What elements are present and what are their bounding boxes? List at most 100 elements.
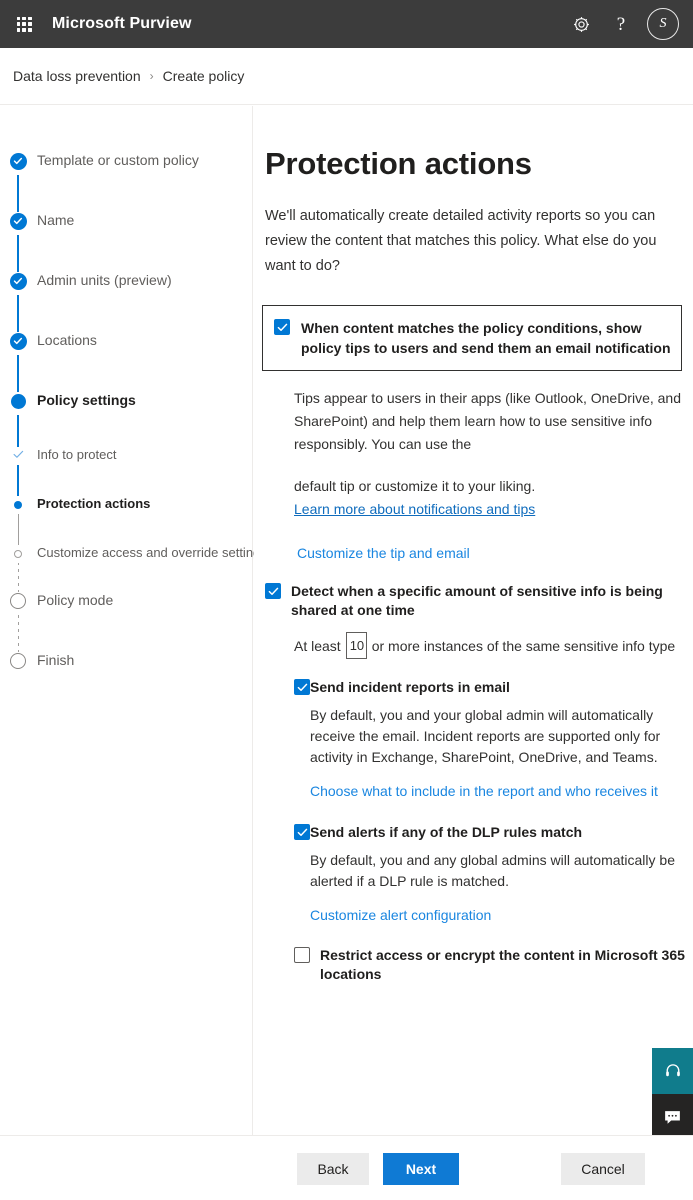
customize-tip-and-email-link[interactable]: Customize the tip and email bbox=[297, 545, 470, 561]
step-marker-done bbox=[9, 332, 27, 350]
help-glyph: ? bbox=[616, 13, 626, 35]
step-marker-done bbox=[9, 152, 27, 170]
alerts-checkbox[interactable] bbox=[294, 824, 310, 840]
suite-header-bar: Microsoft Purview ? S bbox=[0, 0, 693, 48]
restrict-access-checkbox[interactable] bbox=[294, 947, 310, 963]
sidebar-item-label: Protection actions bbox=[37, 496, 151, 511]
connector bbox=[17, 513, 19, 548]
chevron-right-icon: › bbox=[149, 69, 154, 83]
connector bbox=[17, 415, 19, 450]
instances-threshold-row: At least or more instances of the same s… bbox=[294, 632, 693, 659]
breadcrumb-item-create-policy[interactable]: Create policy bbox=[163, 68, 245, 84]
detect-amount-row[interactable]: Detect when a specific amount of sensiti… bbox=[265, 582, 693, 620]
policy-tips-label: When content matches the policy conditio… bbox=[301, 320, 671, 356]
step-marker-pending bbox=[9, 592, 27, 610]
sidebar-item-label: Name bbox=[37, 212, 75, 228]
gear-icon[interactable] bbox=[561, 0, 601, 48]
question-mark-icon[interactable]: ? bbox=[601, 0, 641, 48]
wizard-rail: Template or custom policy Name Admin uni… bbox=[0, 106, 267, 1135]
policy-tips-option-box[interactable]: When content matches the policy conditio… bbox=[262, 305, 682, 371]
sidebar-item-protection-actions[interactable]: Protection actions bbox=[0, 495, 150, 535]
chat-feedback-icon bbox=[663, 1109, 682, 1126]
sub-step-dot-icon bbox=[14, 501, 22, 509]
incident-reports-link-row: Choose what to include in the report and… bbox=[310, 783, 693, 801]
avatar[interactable]: S bbox=[647, 8, 679, 40]
step-marker-sub-done bbox=[9, 447, 27, 465]
restrict-access-row[interactable]: Restrict access or encrypt the content i… bbox=[294, 946, 693, 984]
policy-tips-paragraph: Tips appear to users in their apps (like… bbox=[294, 390, 682, 452]
suite-actions: ? S bbox=[561, 0, 693, 48]
suite-title: Microsoft Purview bbox=[52, 15, 192, 32]
headset-icon bbox=[664, 1062, 682, 1080]
main-content: Protection actions We'll automatically c… bbox=[254, 106, 693, 1135]
wizard-footer: Back Next Cancel bbox=[0, 1135, 693, 1200]
check-circle-icon bbox=[9, 332, 27, 350]
alerts-description: By default, you and any global admins wi… bbox=[310, 852, 675, 889]
at-least-suffix-text: or more instances of the same sensitive … bbox=[371, 637, 676, 654]
sidebar-item-label: Customize access and override settings bbox=[37, 545, 267, 560]
policy-tips-paragraph-2-text: default tip or customize it to your liki… bbox=[294, 478, 536, 494]
check-circle-icon bbox=[9, 272, 27, 290]
policy-tips-checkbox[interactable] bbox=[274, 319, 290, 335]
connector bbox=[17, 615, 19, 657]
incident-reports-description: By default, you and your global admin wi… bbox=[310, 707, 661, 765]
customize-tip-row: Customize the tip and email bbox=[297, 545, 693, 563]
page-description: We'll automatically create detailed acti… bbox=[265, 208, 657, 274]
step-marker-done bbox=[9, 272, 27, 290]
detect-amount-checkbox[interactable] bbox=[265, 583, 281, 599]
check-circle-icon bbox=[9, 152, 27, 170]
sidebar-item-admin-units[interactable]: Admin units (preview) bbox=[0, 271, 172, 311]
sidebar-item-label: Info to protect bbox=[37, 447, 117, 462]
page-title: Protection actions bbox=[265, 146, 532, 181]
at-least-prefix-text: At least bbox=[294, 637, 341, 654]
sidebar-item-label: Policy mode bbox=[37, 592, 114, 608]
app-launcher-icon[interactable] bbox=[0, 0, 48, 48]
learn-more-notifications-link[interactable]: Learn more about notifications and tips bbox=[294, 501, 535, 517]
waffle-grid bbox=[16, 16, 32, 32]
sidebar-item-label: Policy settings bbox=[37, 392, 136, 408]
sidebar-item-label: Locations bbox=[37, 332, 97, 348]
support-widget-button[interactable] bbox=[652, 1048, 693, 1094]
sidebar-item-label: Admin units (preview) bbox=[37, 272, 172, 288]
sidebar-item-template-or-custom-policy[interactable]: Template or custom policy bbox=[0, 151, 199, 191]
sidebar-item-locations[interactable]: Locations bbox=[0, 331, 97, 371]
sidebar-item-policy-settings[interactable]: Policy settings bbox=[0, 391, 136, 431]
sidebar-item-customize-access[interactable]: Customize access and override settings bbox=[0, 544, 267, 584]
step-marker-sub-current bbox=[9, 496, 27, 514]
sidebar-item-label: Finish bbox=[37, 652, 75, 668]
step-marker-current bbox=[9, 392, 27, 410]
alerts-row[interactable]: Send alerts if any of the DLP rules matc… bbox=[294, 823, 693, 925]
current-step-dot-icon bbox=[10, 393, 26, 409]
step-marker-sub-pending bbox=[9, 545, 27, 563]
incident-reports-checkbox[interactable] bbox=[294, 679, 310, 695]
feedback-widget-button[interactable] bbox=[652, 1094, 693, 1140]
restrict-access-label: Restrict access or encrypt the content i… bbox=[320, 947, 685, 982]
back-button[interactable]: Back bbox=[297, 1153, 369, 1185]
alerts-link-row: Customize alert configuration bbox=[310, 907, 693, 925]
incident-reports-row[interactable]: Send incident reports in email By defaul… bbox=[294, 678, 693, 801]
step-marker-done bbox=[9, 212, 27, 230]
connector bbox=[17, 464, 19, 499]
next-button[interactable]: Next bbox=[383, 1153, 459, 1185]
customize-alert-configuration-link[interactable]: Customize alert configuration bbox=[310, 907, 491, 923]
breadcrumb: Data loss prevention › Create policy bbox=[0, 48, 693, 105]
breadcrumb-item-data-loss-prevention[interactable]: Data loss prevention bbox=[13, 68, 141, 84]
incident-reports-label: Send incident reports in email bbox=[310, 679, 510, 695]
detect-amount-label: Detect when a specific amount of sensiti… bbox=[291, 583, 663, 618]
instances-count-input[interactable] bbox=[345, 632, 367, 659]
sidebar-item-label: Template or custom policy bbox=[37, 152, 199, 168]
sidebar-item-name[interactable]: Name bbox=[0, 211, 74, 251]
small-check-icon bbox=[13, 448, 24, 464]
sub-step-circle-icon bbox=[14, 550, 22, 558]
step-marker-pending bbox=[9, 652, 27, 670]
policy-tips-paragraph-2: default tip or customize it to your liki… bbox=[294, 475, 682, 521]
empty-circle-icon bbox=[10, 653, 26, 669]
cancel-button[interactable]: Cancel bbox=[561, 1153, 645, 1185]
alerts-label: Send alerts if any of the DLP rules matc… bbox=[310, 824, 583, 840]
empty-circle-icon bbox=[10, 593, 26, 609]
choose-report-contents-link[interactable]: Choose what to include in the report and… bbox=[310, 783, 658, 799]
check-circle-icon bbox=[9, 212, 27, 230]
purview-create-policy-page: Microsoft Purview ? S Data loss preventi… bbox=[0, 0, 693, 1200]
floating-widget-stack bbox=[652, 1048, 693, 1140]
sidebar-item-finish[interactable]: Finish bbox=[0, 651, 74, 691]
